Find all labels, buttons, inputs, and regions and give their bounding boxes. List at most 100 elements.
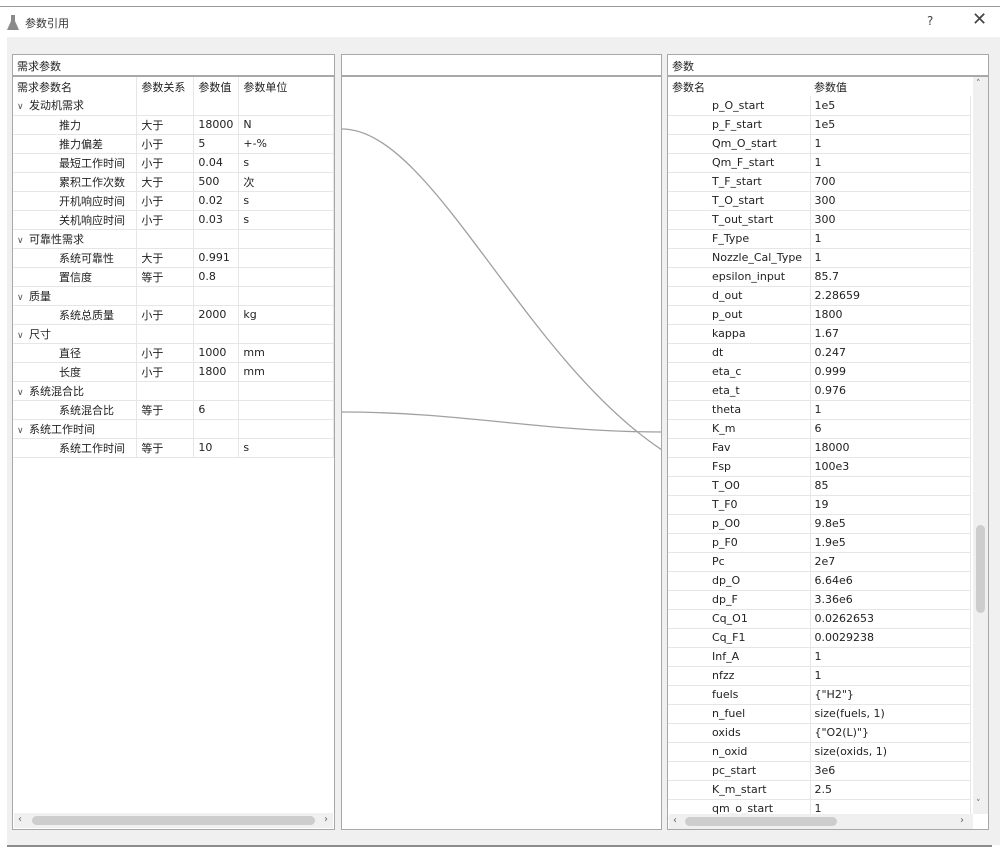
chevron-down-icon[interactable]: ∨ xyxy=(17,388,29,398)
scroll-up-arrow-icon[interactable]: ˄ xyxy=(976,79,981,89)
param-row[interactable]: dp_O 6.64e6 xyxy=(668,571,971,591)
link-curve-thrust-to-fav[interactable] xyxy=(342,128,662,451)
tree-group-row[interactable]: ∨ 尺寸 xyxy=(13,324,334,344)
param-row[interactable]: Qm_F_start 1 xyxy=(668,153,971,173)
param-name-cell: Nozzle_Cal_Type xyxy=(668,248,811,268)
param-row[interactable]: epsilon_input 85.7 xyxy=(668,267,971,287)
tree-item-row[interactable]: 置信度 等于 0.8 xyxy=(13,267,334,287)
param-row[interactable]: T_O0 85 xyxy=(668,476,971,496)
scroll-left-arrow-icon[interactable]: ‹ xyxy=(673,815,677,826)
scrollbar-thumb[interactable] xyxy=(685,817,837,826)
param-unit-cell: mm xyxy=(238,362,334,382)
column-header-param-name[interactable]: 参数名 xyxy=(668,77,810,96)
param-row[interactable]: d_out 2.28659 xyxy=(668,286,971,306)
tree-group-row[interactable]: ∨ 质量 xyxy=(13,286,334,306)
close-button[interactable]: ✕ xyxy=(972,10,987,30)
param-row[interactable]: oxids {"O2(L)"} xyxy=(668,723,971,743)
scrollbar-thumb[interactable] xyxy=(32,816,315,825)
tree-group-row[interactable]: ∨ 发动机需求 xyxy=(13,96,334,116)
chevron-down-icon[interactable]: ∨ xyxy=(17,426,29,436)
param-row[interactable]: T_out_start 300 xyxy=(668,210,971,230)
tree-item-row[interactable]: 推力 大于 18000 N xyxy=(13,115,334,135)
param-row[interactable]: p_O_start 1e5 xyxy=(668,96,971,116)
scroll-down-arrow-icon[interactable]: ˅ xyxy=(976,799,981,809)
link-curve-mixratio-to-km[interactable] xyxy=(342,411,662,433)
empty-cell xyxy=(136,96,195,116)
param-name-cell: K_m xyxy=(668,419,811,439)
param-value-cell: 300 xyxy=(810,210,971,230)
param-value-cell: 1800 xyxy=(810,305,971,325)
param-row[interactable]: Pc 2e7 xyxy=(668,552,971,572)
tree-item-row[interactable]: 开机响应时间 小于 0.02 s xyxy=(13,191,334,211)
param-row[interactable]: eta_t 0.976 xyxy=(668,381,971,401)
param-name-cell: n_fuel xyxy=(668,704,811,724)
group-label: 可靠性需求 xyxy=(29,232,84,246)
param-row[interactable]: Nozzle_Cal_Type 1 xyxy=(668,248,971,268)
param-row[interactable]: F_Type 1 xyxy=(668,229,971,249)
tree-group-row[interactable]: ∨ 可靠性需求 xyxy=(13,229,334,249)
param-row[interactable]: eta_c 0.999 xyxy=(668,362,971,382)
tree-group-row[interactable]: ∨ 系统混合比 xyxy=(13,381,334,401)
param-row[interactable]: dt 0.247 xyxy=(668,343,971,363)
param-row[interactable]: p_F_start 1e5 xyxy=(668,115,971,135)
param-row[interactable]: K_m 6 xyxy=(668,419,971,439)
tree-item-row[interactable]: 累积工作次数 大于 500 次 xyxy=(13,172,334,192)
param-row[interactable]: T_F_start 700 xyxy=(668,172,971,192)
param-value-cell: 2.5 xyxy=(810,780,971,800)
tree-item-row[interactable]: 关机响应时间 小于 0.03 s xyxy=(13,210,334,230)
scroll-right-arrow-icon[interactable]: › xyxy=(960,815,964,826)
param-row[interactable]: Cq_F1 0.0029238 xyxy=(668,628,971,648)
tree-item-row[interactable]: 推力偏差 小于 5 +-% xyxy=(13,134,334,154)
params-list[interactable]: 参数名 参数值 p_O_start 1e5 p_F_start 1e5 Qm_O_sta… xyxy=(667,76,989,830)
param-row[interactable]: Inf_A 1 xyxy=(668,647,971,667)
param-row[interactable]: n_oxid size(oxids, 1) xyxy=(668,742,971,762)
param-row[interactable]: Fsp 100e3 xyxy=(668,457,971,477)
params-vertical-scrollbar[interactable]: ˄ ˅ xyxy=(973,77,988,814)
param-row[interactable]: dp_F 3.36e6 xyxy=(668,590,971,610)
tree-item-row[interactable]: 长度 小于 1800 mm xyxy=(13,362,334,382)
scroll-left-arrow-icon[interactable]: ‹ xyxy=(18,814,22,825)
link-canvas[interactable] xyxy=(341,76,662,830)
tree-item-row[interactable]: 直径 小于 1000 mm xyxy=(13,343,334,363)
param-name-cell: 推力偏差 xyxy=(13,134,138,154)
column-header-param-value[interactable]: 参数值 xyxy=(810,77,970,96)
param-row[interactable]: n_fuel size(fuels, 1) xyxy=(668,704,971,724)
help-button[interactable]: ? xyxy=(927,14,933,28)
empty-cell xyxy=(238,286,334,306)
param-row[interactable]: p_out 1800 xyxy=(668,305,971,325)
tree-group-row[interactable]: ∨ 系统工作时间 xyxy=(13,419,334,439)
param-row[interactable]: kappa 1.67 xyxy=(668,324,971,344)
param-row[interactable]: Cq_O1 0.0262653 xyxy=(668,609,971,629)
scrollbar-thumb[interactable] xyxy=(976,525,985,613)
column-header-unit[interactable]: 参数单位 xyxy=(238,77,334,96)
tree-item-row[interactable]: 系统工作时间 等于 10 s xyxy=(13,438,334,458)
chevron-down-icon[interactable]: ∨ xyxy=(17,331,29,341)
param-row[interactable]: T_F0 19 xyxy=(668,495,971,515)
requirement-params-tree[interactable]: 需求参数名 参数关系 参数值 参数单位 ∨ 发动机需求 推力 大于 18000 N 推力偏差… xyxy=(12,76,335,830)
tree-item-row[interactable]: 系统混合比 等于 6 xyxy=(13,400,334,420)
params-horizontal-scrollbar[interactable]: ‹ › xyxy=(669,814,973,829)
column-header-value[interactable]: 参数值 xyxy=(193,77,240,96)
param-row[interactable]: Qm_O_start 1 xyxy=(668,134,971,154)
param-row[interactable]: theta 1 xyxy=(668,400,971,420)
param-row[interactable]: nfzz 1 xyxy=(668,666,971,686)
param-row[interactable]: fuels {"H2"} xyxy=(668,685,971,705)
param-value-cell: 6 xyxy=(810,419,971,439)
chevron-down-icon[interactable]: ∨ xyxy=(17,293,29,303)
chevron-down-icon[interactable]: ∨ xyxy=(17,236,29,246)
param-row[interactable]: p_O0 9.8e5 xyxy=(668,514,971,534)
tree-item-row[interactable]: 系统总质量 小于 2000 kg xyxy=(13,305,334,325)
left-horizontal-scrollbar[interactable]: ‹ › xyxy=(14,813,333,828)
tree-item-row[interactable]: 系统可靠性 大于 0.991 xyxy=(13,248,334,268)
param-row[interactable]: K_m_start 2.5 xyxy=(668,780,971,800)
param-row[interactable]: pc_start 3e6 xyxy=(668,761,971,781)
column-header-name[interactable]: 需求参数名 xyxy=(13,77,138,96)
tree-item-row[interactable]: 最短工作时间 小于 0.04 s xyxy=(13,153,334,173)
column-header-relation[interactable]: 参数关系 xyxy=(136,77,195,96)
scroll-right-arrow-icon[interactable]: › xyxy=(324,814,328,825)
table-header: 需求参数名 参数关系 参数值 参数单位 xyxy=(13,77,334,96)
param-row[interactable]: Fav 18000 xyxy=(668,438,971,458)
param-row[interactable]: T_O_start 300 xyxy=(668,191,971,211)
param-row[interactable]: p_F0 1.9e5 xyxy=(668,533,971,553)
chevron-down-icon[interactable]: ∨ xyxy=(17,102,29,112)
